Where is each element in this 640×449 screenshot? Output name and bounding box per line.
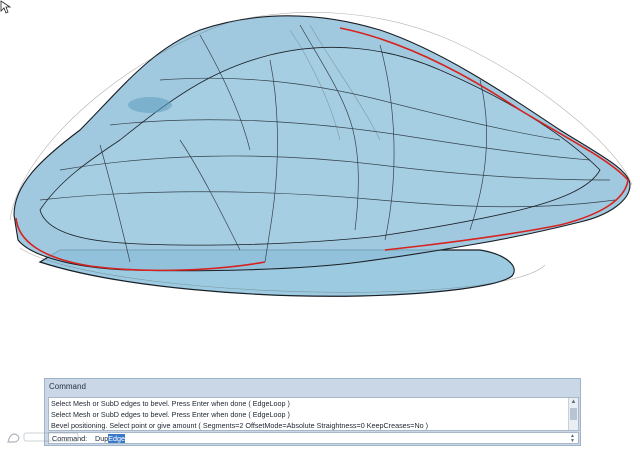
3d-viewport[interactable] [0, 0, 640, 378]
command-input-row[interactable]: Command: DupEdge ▲ ▼ [48, 432, 579, 444]
history-line: Bevel positioning. Select point or give … [51, 421, 429, 430]
input-spinner-icon[interactable]: ▲ ▼ [569, 434, 576, 444]
command-panel-title: Command [49, 382, 86, 391]
command-input[interactable]: DupEdge [95, 434, 125, 443]
input-typed-text: Dup [95, 434, 109, 443]
mouse-cursor-icon [0, 0, 12, 14]
surface-highlight [128, 97, 172, 113]
history-line: Select Mesh or SubD edges to bevel. Pres… [51, 410, 290, 419]
scroll-thumb[interactable] [570, 408, 577, 420]
history-scrollbar[interactable]: ▲ [568, 398, 578, 430]
command-history[interactable]: Select Mesh or SubD edges to bevel. Pres… [48, 397, 579, 431]
subd-model[interactable] [0, 0, 640, 378]
command-panel: Command Select Mesh or SubD edges to bev… [44, 378, 581, 446]
watermark-logo [7, 432, 79, 443]
history-line: Select Mesh or SubD edges to bevel. Pres… [51, 399, 290, 408]
input-autocomplete-selection: Edge [108, 434, 125, 443]
scroll-up-icon[interactable]: ▲ [570, 399, 577, 406]
